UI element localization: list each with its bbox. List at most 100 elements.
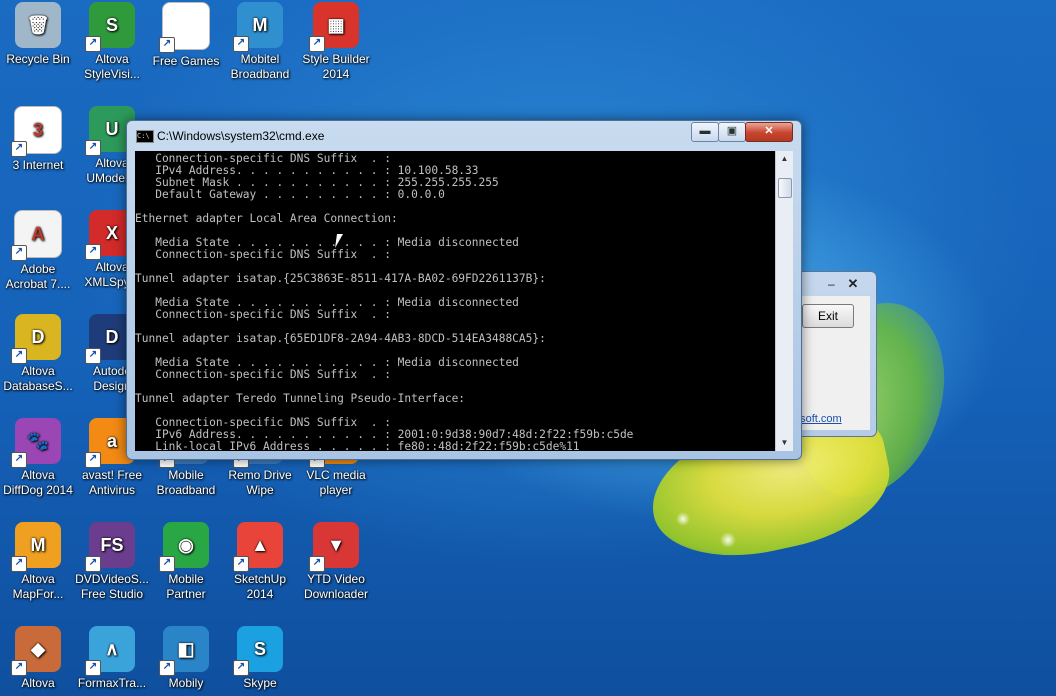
mobily-icon: ◧ ↗ bbox=[159, 626, 209, 676]
shortcut-arrow-icon: ↗ bbox=[85, 244, 101, 260]
desktop-shortcut-label: Adobe Acrobat 7.... bbox=[5, 262, 71, 291]
skype-icon: S ↗ bbox=[233, 626, 283, 676]
desktop-shortcut-label: Altova MapFor... bbox=[12, 572, 64, 601]
desktop-shortcut[interactable]: M ↗ Altova MapFor... bbox=[0, 520, 76, 602]
desktop-shortcut[interactable]: A ↗ Adobe Acrobat 7.... bbox=[0, 208, 76, 292]
desktop-shortcut-label: Mobitel Broadband bbox=[230, 52, 290, 81]
desktop-shortcut[interactable]: ◆ ↗ Altova bbox=[0, 624, 76, 691]
shortcut-arrow-icon: ↗ bbox=[85, 140, 101, 156]
window-title: C:\Windows\system32\cmd.exe bbox=[157, 129, 325, 143]
altova-mapforce-icon: M ↗ bbox=[11, 522, 61, 572]
desktop-shortcut-label: VLC media player bbox=[306, 468, 366, 497]
desktop-shortcut[interactable]: M ↗ Mobitel Broadband bbox=[222, 0, 298, 82]
altova-databasespy-icon: D ↗ bbox=[11, 314, 61, 364]
desktop-shortcut-label: FormaxTra... bbox=[77, 676, 147, 690]
shortcut-arrow-icon: ↗ bbox=[233, 660, 249, 676]
desktop-shortcut[interactable]: ◉ ↗ Mobile Partner bbox=[148, 520, 224, 602]
formaxtra-icon: ∧ ↗ bbox=[85, 626, 135, 676]
console-output[interactable]: Connection-specific DNS Suffix . : IPv4 … bbox=[135, 151, 775, 451]
shortcut-arrow-icon: ↗ bbox=[85, 452, 101, 468]
desktop-shortcut[interactable]: S ↗ Altova StyleVisi... bbox=[74, 0, 150, 82]
shortcut-arrow-icon: ↗ bbox=[233, 36, 249, 52]
minimize-button[interactable]: ▬ bbox=[691, 122, 719, 142]
desktop-shortcut-label: Mobile Broadband bbox=[156, 468, 216, 497]
cmd-titlebar[interactable]: C:\ C:\Windows\system32\cmd.exe ▬ ▣ ✕ bbox=[127, 121, 801, 149]
wallpaper-sparkle bbox=[676, 512, 690, 526]
desktop-shortcut-label: 3 Internet bbox=[12, 158, 64, 172]
vertical-scrollbar[interactable]: ▲ ▼ bbox=[775, 151, 793, 451]
ytd-downloader-icon: ▼ ↗ bbox=[309, 522, 359, 572]
scrollbar-thumb[interactable] bbox=[778, 178, 792, 198]
shortcut-arrow-icon: ↗ bbox=[11, 660, 27, 676]
desktop-shortcut[interactable]: ↗ Free Games bbox=[148, 0, 224, 69]
close-button[interactable]: ✕ bbox=[745, 122, 793, 142]
shortcut-arrow-icon: ↗ bbox=[85, 660, 101, 676]
dvdvideosoft-icon: FS ↗ bbox=[85, 522, 135, 572]
desktop-shortcut[interactable]: S ↗ Skype bbox=[222, 624, 298, 691]
mobitel-icon: M ↗ bbox=[233, 2, 283, 52]
desktop-shortcut-label: Altova DatabaseS... bbox=[3, 364, 73, 393]
shortcut-arrow-icon: ↗ bbox=[85, 556, 101, 572]
dialog-body: Exit osoft.com bbox=[790, 296, 870, 430]
shortcut-arrow-icon: ↗ bbox=[233, 556, 249, 572]
shortcut-arrow-icon: ↗ bbox=[11, 452, 27, 468]
shortcut-arrow-icon: ↗ bbox=[159, 37, 175, 53]
desktop-shortcut-label: YTD Video Downloader bbox=[303, 572, 369, 601]
desktop-shortcut[interactable]: ◧ ↗ Mobily bbox=[148, 624, 224, 691]
scroll-up-arrow-icon[interactable]: ▲ bbox=[776, 151, 793, 167]
desktop-shortcut-label: Free Games bbox=[152, 54, 220, 68]
recycle-bin-icon: 🗑 bbox=[15, 2, 61, 48]
maximize-button[interactable]: ▣ bbox=[718, 122, 746, 142]
style-builder-icon: ▦ ↗ bbox=[309, 2, 359, 52]
shortcut-arrow-icon: ↗ bbox=[85, 348, 101, 364]
cmd-window[interactable]: C:\ C:\Windows\system32\cmd.exe ▬ ▣ ✕ Co… bbox=[126, 120, 802, 460]
altova-icon: ◆ ↗ bbox=[11, 626, 61, 676]
desktop-shortcut-label: Style Builder 2014 bbox=[302, 52, 370, 81]
dialog-minimize-button[interactable]: – bbox=[828, 276, 840, 292]
desktop-shortcut-label: Skype bbox=[243, 676, 277, 690]
shortcut-arrow-icon: ↗ bbox=[309, 556, 325, 572]
wallpaper-sparkle bbox=[720, 532, 736, 548]
exit-button[interactable]: Exit bbox=[802, 304, 854, 328]
desktop-shortcut[interactable]: ▦ ↗ Style Builder 2014 bbox=[298, 0, 374, 82]
altova-diffdog-icon: 🐾 ↗ bbox=[11, 418, 61, 468]
shortcut-arrow-icon: ↗ bbox=[85, 36, 101, 52]
shortcut-arrow-icon: ↗ bbox=[11, 245, 27, 261]
desktop-shortcut[interactable]: FS ↗ DVDVideoS... Free Studio bbox=[74, 520, 150, 602]
desktop: 🗑 Recycle Bin S ↗ Altova StyleVisi... ↗ Free G… bbox=[0, 0, 1056, 696]
dialog-close-button[interactable]: ✕ bbox=[840, 276, 866, 292]
adobe-acrobat-icon: A ↗ bbox=[11, 210, 62, 261]
shortcut-arrow-icon: ↗ bbox=[159, 660, 175, 676]
desktop-shortcut-label: SketchUp 2014 bbox=[233, 572, 287, 601]
desktop-shortcut[interactable]: 3 ↗ 3 Internet bbox=[0, 104, 76, 173]
cmd-app-icon[interactable]: C:\ bbox=[136, 130, 154, 143]
desktop-shortcut-label: Mobily bbox=[168, 676, 204, 690]
desktop-shortcut-label: Recycle Bin bbox=[6, 52, 70, 66]
desktop-shortcut-label: Altova DiffDog 2014 bbox=[3, 468, 73, 497]
three-internet-icon: 3 ↗ bbox=[11, 106, 62, 157]
desktop-shortcut[interactable]: ∧ ↗ FormaxTra... bbox=[74, 624, 150, 691]
desktop-shortcut[interactable]: D ↗ Altova DatabaseS... bbox=[0, 312, 76, 394]
desktop-shortcut-label: Altova StyleVisi... bbox=[84, 52, 140, 81]
desktop-shortcut-label: Remo Drive Wipe bbox=[228, 468, 292, 497]
scroll-down-arrow-icon[interactable]: ▼ bbox=[776, 435, 793, 451]
desktop-shortcut-label: avast! Free Antivirus bbox=[81, 468, 143, 497]
document-icon: ↗ bbox=[159, 2, 210, 53]
desktop-shortcut[interactable]: 🗑 Recycle Bin bbox=[0, 0, 76, 67]
desktop-shortcut-label: Altova bbox=[21, 676, 55, 690]
altova-stylevision-icon: S ↗ bbox=[85, 2, 135, 52]
desktop-shortcut[interactable]: 🐾 ↗ Altova DiffDog 2014 bbox=[0, 416, 76, 498]
desktop-shortcut[interactable]: ▼ ↗ YTD Video Downloader bbox=[298, 520, 374, 602]
desktop-shortcut-label: DVDVideoS... Free Studio bbox=[75, 572, 149, 601]
background-dialog-window[interactable]: – ✕ Exit osoft.com bbox=[790, 271, 877, 437]
desktop-shortcut[interactable]: ▲ ↗ SketchUp 2014 bbox=[222, 520, 298, 602]
shortcut-arrow-icon: ↗ bbox=[11, 556, 27, 572]
mobile-partner-icon: ◉ ↗ bbox=[159, 522, 209, 572]
shortcut-arrow-icon: ↗ bbox=[11, 348, 27, 364]
sketchup-icon: ▲ ↗ bbox=[233, 522, 283, 572]
console-text: Connection-specific DNS Suffix . : IPv4 … bbox=[135, 152, 634, 452]
shortcut-arrow-icon: ↗ bbox=[11, 141, 27, 157]
desktop-shortcut-label: Mobile Partner bbox=[166, 572, 206, 601]
shortcut-arrow-icon: ↗ bbox=[309, 36, 325, 52]
shortcut-arrow-icon: ↗ bbox=[159, 556, 175, 572]
